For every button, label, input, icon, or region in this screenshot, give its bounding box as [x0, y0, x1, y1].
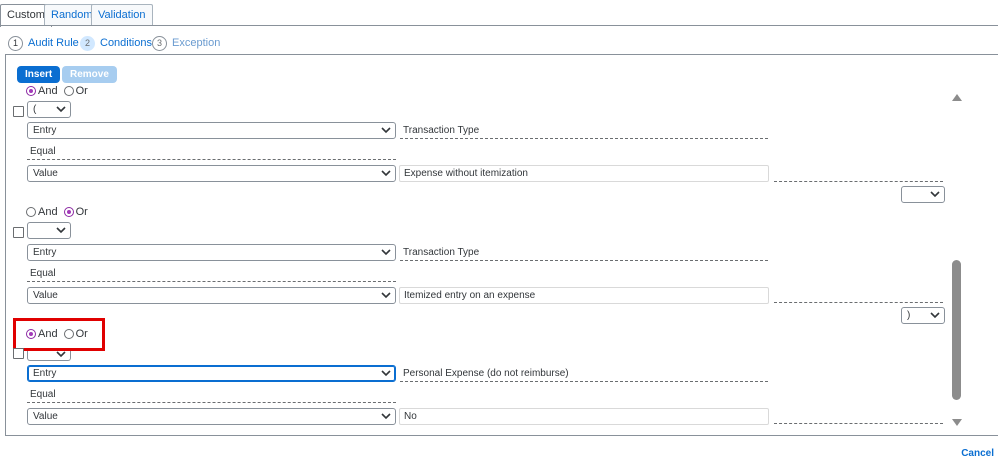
- chevron-down-icon: [381, 170, 391, 177]
- value-input[interactable]: No: [399, 408, 769, 425]
- chevron-down-icon: [56, 106, 66, 113]
- chevron-down-icon: [381, 249, 391, 256]
- step-audit-rule[interactable]: 1 Audit Rule: [8, 35, 79, 51]
- step-number: 3: [152, 35, 167, 51]
- and-radio[interactable]: And: [26, 85, 58, 97]
- close-paren-select[interactable]: [901, 186, 945, 203]
- radio-empty-icon: [63, 86, 74, 96]
- insert-button[interactable]: Insert: [17, 66, 61, 83]
- radio-selected-icon: [26, 329, 36, 339]
- logic-radio-group: And Or: [26, 328, 94, 340]
- entry-type-select[interactable]: Entry: [27, 365, 396, 382]
- chevron-down-icon: [381, 127, 391, 134]
- open-paren-select[interactable]: [27, 351, 71, 361]
- step-label: Exception: [172, 37, 221, 49]
- scroll-up-icon[interactable]: [950, 92, 964, 102]
- step-number: 2: [80, 35, 95, 51]
- cancel-button[interactable]: Cancel: [961, 448, 994, 459]
- logic-radio-group: And Or: [26, 206, 94, 218]
- row-checkbox[interactable]: [13, 106, 24, 117]
- operator-label: Equal: [27, 388, 396, 403]
- logic-radio-group: And Or: [26, 85, 94, 97]
- open-paren-select[interactable]: [27, 222, 71, 239]
- step-label: Conditions: [100, 37, 152, 49]
- step-exception[interactable]: 3 Exception: [152, 35, 220, 51]
- and-radio[interactable]: And: [26, 328, 58, 340]
- chevron-down-icon: [381, 413, 391, 420]
- vertical-scrollbar[interactable]: [950, 92, 964, 428]
- value-type-select[interactable]: Value: [27, 165, 396, 182]
- scroll-down-icon[interactable]: [950, 418, 964, 428]
- operator-label: Equal: [27, 267, 396, 282]
- radio-selected-icon: [26, 86, 36, 96]
- open-paren-select[interactable]: (: [27, 101, 71, 118]
- divider: [774, 423, 943, 424]
- chevron-down-icon: [56, 227, 66, 234]
- or-radio[interactable]: Or: [63, 85, 88, 97]
- and-radio[interactable]: And: [26, 206, 58, 218]
- chevron-down-icon: [930, 312, 940, 319]
- value-type-select[interactable]: Value: [27, 408, 396, 425]
- value-input[interactable]: Expense without itemization: [399, 165, 769, 182]
- value-type-select[interactable]: Value: [27, 287, 396, 304]
- step-label: Audit Rule: [28, 37, 79, 49]
- divider: [774, 302, 943, 303]
- value-input[interactable]: Itemized entry on an expense: [399, 287, 769, 304]
- chevron-down-icon: [930, 191, 940, 198]
- step-conditions[interactable]: 2 Conditions: [80, 35, 152, 51]
- chevron-down-icon: [381, 370, 391, 377]
- divider: [774, 181, 943, 182]
- remove-button[interactable]: Remove: [62, 66, 117, 83]
- field-label: Transaction Type: [400, 246, 768, 261]
- entry-type-select[interactable]: Entry: [27, 244, 396, 261]
- scrollbar-thumb[interactable]: [952, 260, 961, 400]
- radio-selected-icon: [63, 207, 74, 217]
- tab-divider: [0, 25, 998, 26]
- chevron-down-icon: [56, 351, 66, 358]
- operator-label: Equal: [27, 145, 396, 160]
- or-radio[interactable]: Or: [63, 328, 88, 340]
- field-label: Personal Expense (do not reimburse): [400, 367, 768, 382]
- tab-validation[interactable]: Validation: [91, 4, 153, 26]
- radio-empty-icon: [26, 207, 36, 217]
- row-checkbox[interactable]: [13, 227, 24, 238]
- chevron-down-icon: [381, 292, 391, 299]
- entry-type-select[interactable]: Entry: [27, 122, 396, 139]
- field-label: Transaction Type: [400, 124, 768, 139]
- radio-empty-icon: [63, 329, 74, 339]
- or-radio[interactable]: Or: [63, 206, 88, 218]
- row-checkbox[interactable]: [13, 348, 24, 359]
- step-number: 1: [8, 35, 23, 51]
- close-paren-select[interactable]: ): [901, 307, 945, 324]
